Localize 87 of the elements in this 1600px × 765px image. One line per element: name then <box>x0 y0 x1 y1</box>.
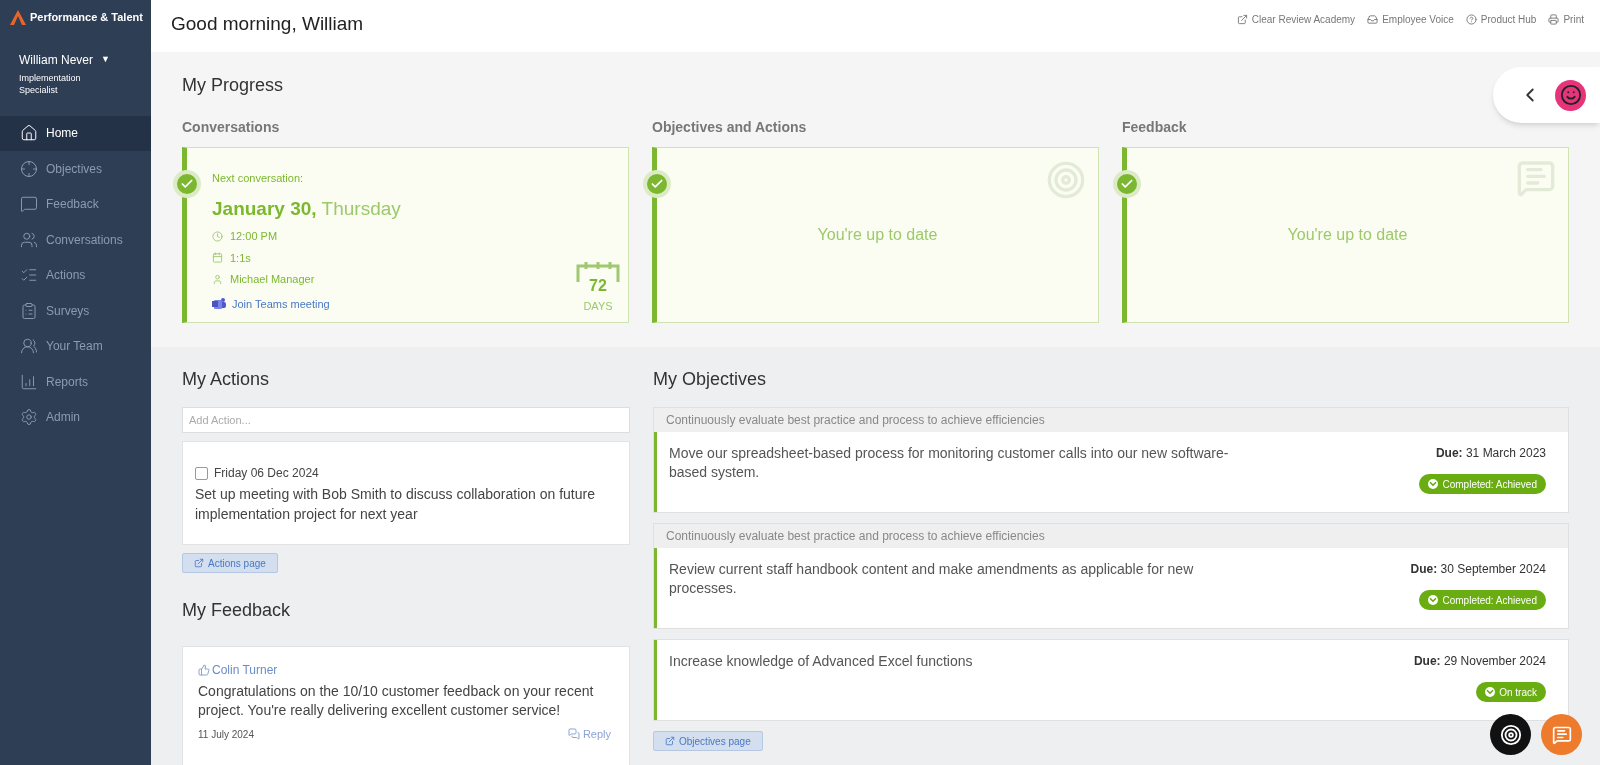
team-icon <box>20 337 38 356</box>
section-title: My Progress <box>182 74 284 97</box>
objective-text: Move our spreadsheet-based process for monitoring customer calls into our new software-based system. <box>669 444 1230 482</box>
calendar-icon <box>212 252 223 264</box>
actions-page-button[interactable]: Actions page <box>182 553 278 573</box>
smiley-icon <box>1559 84 1582 106</box>
sender-name: Colin Turner <box>212 662 278 679</box>
dropdown-caret[interactable]: ▼ <box>101 52 110 67</box>
status-message: You're up to date <box>817 225 938 245</box>
objectives-page-button[interactable]: Objectives page <box>653 731 763 751</box>
settings-icon <box>20 408 38 427</box>
parent-objective: Continuously evaluate best practice and process to achieve efficiencies <box>654 408 1568 432</box>
parent-objective: Continuously evaluate best practice and process to achieve efficiencies <box>654 524 1568 548</box>
days-count: 72 <box>589 275 607 296</box>
smiley-button[interactable] <box>1555 79 1586 111</box>
section-title: My Objectives <box>653 368 768 391</box>
person-icon <box>212 273 223 285</box>
nav-item[interactable]: Objectives <box>0 151 151 187</box>
clock-icon <box>212 230 223 242</box>
crosshair-icon <box>20 159 38 178</box>
due-date: Due: 30 September 2024 <box>1410 561 1546 578</box>
header-link[interactable]: Print <box>1548 12 1584 27</box>
external-link-icon <box>1236 14 1248 25</box>
objective-text: Increase knowledge of Advanced Excel functions <box>669 652 973 671</box>
section-label: Feedback <box>1122 118 1188 137</box>
user-role: Implementation Specialist <box>18 71 82 96</box>
people-icon <box>20 230 38 249</box>
print-icon <box>1548 14 1560 25</box>
reply-link[interactable]: Reply <box>567 726 611 743</box>
type-text: 1:1s <box>230 250 251 266</box>
header-link[interactable]: Employee Voice <box>1367 12 1454 27</box>
external-link-icon <box>194 558 204 568</box>
tray-icon <box>1367 14 1379 25</box>
action-text: Set up meeting with Bob Smith to discuss collaboration on future implementation project for next year <box>195 485 596 524</box>
objective-text: Review current staff handbook content and make amendments as applicable for new processes. <box>669 560 1195 598</box>
nav-item[interactable]: Home <box>0 115 151 151</box>
target-icon <box>1499 723 1522 746</box>
chat-icon <box>567 728 580 741</box>
manager-text: Michael Manager <box>230 272 315 287</box>
help-icon <box>1465 14 1477 25</box>
weekday-text: Thursday <box>321 196 401 221</box>
add-action-field[interactable]: Add Action... <box>182 407 630 433</box>
due-date: Due: 31 March 2023 <box>1435 445 1546 462</box>
section-label: Conversations <box>182 118 281 137</box>
nav-item[interactable]: Your Team <box>0 328 151 364</box>
logo-icon <box>10 9 26 25</box>
chat-icon <box>1551 724 1572 745</box>
chart-icon <box>20 372 38 391</box>
feedback-date: 11 July 2024 <box>198 727 254 742</box>
status-badge: Completed: Achieved <box>1419 590 1546 610</box>
target-icon <box>1046 160 1086 200</box>
nav-item[interactable]: Admin <box>0 399 151 435</box>
nav-item[interactable]: Feedback <box>0 186 151 222</box>
section-title: My Feedback <box>182 599 292 622</box>
nav-item[interactable]: Reports <box>0 364 151 400</box>
chevron-icon <box>1485 687 1496 697</box>
thumbs-up-icon <box>198 664 210 676</box>
feedback-text: Congratulations on the 10/10 customer feedback on your recent project. You're really delivering excellent customer service! <box>198 682 595 720</box>
checkbox[interactable] <box>195 466 208 480</box>
chevron-icon <box>1428 595 1439 605</box>
comment-icon <box>1516 158 1556 198</box>
external-link-icon <box>665 736 675 746</box>
days-label: DAYS <box>583 298 613 314</box>
status-badge: Completed: Achieved <box>1419 474 1546 494</box>
brand-name: Performance & Talent <box>30 10 143 25</box>
status-message: You're up to date <box>1287 225 1408 245</box>
chevron-icon <box>1428 479 1439 489</box>
message-icon <box>20 195 38 214</box>
date-text: January 30, <box>212 196 317 221</box>
status-badge: On track <box>1476 682 1546 702</box>
header-link[interactable]: Product Hub <box>1465 12 1537 27</box>
section-title: My Actions <box>182 368 271 391</box>
clipboard-icon <box>20 301 38 320</box>
home-icon <box>20 124 38 143</box>
greeting: Good morning, William <box>171 12 364 36</box>
due-date: Due: 29 November 2024 <box>1413 653 1546 670</box>
time-text: 12:00 PM <box>230 229 278 244</box>
teams-link[interactable]: Join Teams meeting <box>232 295 330 312</box>
header-link[interactable]: Clear Review Academy <box>1236 12 1356 27</box>
teams-icon <box>212 297 226 311</box>
action-date: Friday 06 Dec 2024 <box>214 465 319 482</box>
section-label: Objectives and Actions <box>652 118 808 137</box>
nav-item[interactable]: Actions <box>0 257 151 293</box>
next-label: Next conversation: <box>212 171 305 186</box>
nav-item[interactable]: Conversations <box>0 222 151 258</box>
user-name: William Never <box>19 51 93 69</box>
nav-item[interactable]: Surveys <box>0 293 151 329</box>
